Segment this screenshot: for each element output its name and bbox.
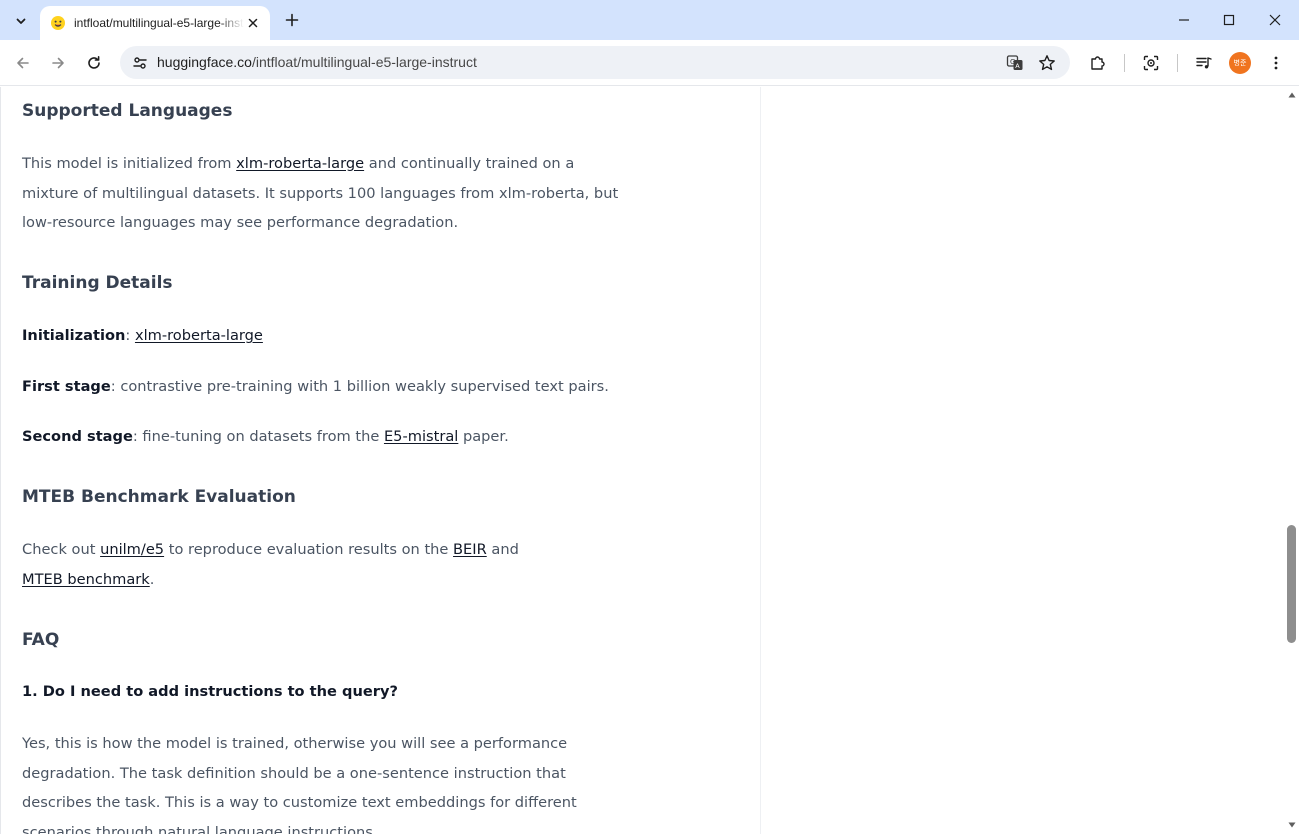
content-left-border xyxy=(0,87,1,834)
scroll-down-button[interactable] xyxy=(1287,820,1297,830)
text: : xyxy=(125,327,135,344)
reload-icon xyxy=(88,56,100,69)
google-lens-button[interactable] xyxy=(1137,49,1165,77)
arrow-left-icon xyxy=(17,57,29,69)
reload-button[interactable] xyxy=(80,49,108,77)
extensions-button[interactable] xyxy=(1084,49,1112,77)
translate-button[interactable]: G A xyxy=(1003,51,1027,75)
initialization-line: Initialization: xlm-roberta-large xyxy=(22,321,742,351)
heading-supported-languages: Supported Languages xyxy=(22,101,233,121)
heading-training-details: Training Details xyxy=(22,273,173,293)
puzzle-icon xyxy=(1091,56,1105,70)
link-xlm-roberta-large-init[interactable]: xlm-roberta-large xyxy=(135,327,263,344)
star-icon xyxy=(1039,55,1055,71)
scrollbar-thumb[interactable] xyxy=(1287,525,1296,643)
profile-avatar[interactable]: 병준 xyxy=(1229,52,1251,74)
chevron-down-icon xyxy=(16,18,26,24)
browser-toolbar: huggingface.co/intfloat/multilingual-e5-… xyxy=(0,40,1299,86)
forward-button[interactable] xyxy=(44,49,72,77)
link-unilm-e5[interactable]: unilm/e5 xyxy=(100,541,164,558)
text: Check out xyxy=(22,541,101,558)
label-second-stage: Second stage xyxy=(22,428,133,445)
url-host: huggingface.co xyxy=(157,54,252,70)
column-divider xyxy=(760,87,761,834)
more-vertical-icon xyxy=(1274,56,1278,70)
toolbar-separator xyxy=(1124,54,1125,72)
maximize-button[interactable] xyxy=(1215,6,1243,34)
plus-icon xyxy=(285,13,299,27)
heading-mteb-benchmark: MTEB Benchmark Evaluation xyxy=(22,487,296,507)
title-bar: intfloat/multilingual-e5-large-instruct xyxy=(0,0,1299,40)
page-scrollbar[interactable] xyxy=(1285,87,1299,834)
supported-languages-paragraph: This model is initialized from xlm-rober… xyxy=(22,149,622,238)
scroll-up-button[interactable] xyxy=(1287,90,1297,100)
link-e5-mistral[interactable]: E5-mistral xyxy=(384,428,458,445)
tab-close-button[interactable] xyxy=(244,14,262,32)
label-first-stage: First stage xyxy=(22,378,111,395)
tune-icon xyxy=(133,57,147,69)
bookmark-star-button[interactable] xyxy=(1035,51,1059,75)
link-xlm-roberta-large[interactable]: xlm-roberta-large xyxy=(236,155,364,172)
link-mteb-benchmark[interactable]: MTEB benchmark xyxy=(22,571,150,588)
triangle-down-icon xyxy=(1288,822,1296,828)
text: . xyxy=(149,570,155,588)
close-icon xyxy=(1269,14,1281,26)
url-text[interactable]: huggingface.co/intfloat/multilingual-e5-… xyxy=(157,54,477,70)
link-beir[interactable]: BEIR xyxy=(453,541,487,558)
close-window-button[interactable] xyxy=(1261,6,1289,34)
triangle-up-icon xyxy=(1288,92,1296,98)
heading-faq: FAQ xyxy=(22,630,60,650)
mteb-paragraph: Check out unilm/e5 to reproduce evaluati… xyxy=(22,535,562,594)
label-initialization: Initialization xyxy=(22,327,126,344)
address-bar[interactable]: huggingface.co/intfloat/multilingual-e5-… xyxy=(120,46,1070,79)
media-control-button[interactable] xyxy=(1190,49,1218,77)
text: paper. xyxy=(458,428,509,445)
new-tab-button[interactable] xyxy=(280,8,304,32)
url-path: /intfloat/multilingual-e5-large-instruct xyxy=(251,54,477,70)
text: This model is initialized from xyxy=(22,155,237,172)
toolbar-separator xyxy=(1177,54,1178,72)
playlist-music-icon xyxy=(1196,57,1212,69)
maximize-icon xyxy=(1223,14,1235,26)
browser-tab-active[interactable]: intfloat/multilingual-e5-large-instruct xyxy=(40,6,270,40)
minimize-icon xyxy=(1179,19,1189,21)
text: : contrastive pre-training with 1 billio… xyxy=(110,378,609,395)
site-info-button[interactable] xyxy=(128,51,152,75)
tab-search-button[interactable] xyxy=(8,8,34,34)
text: to reproduce evaluation results on the xyxy=(164,541,454,558)
close-icon xyxy=(248,18,258,28)
text: : fine-tuning on datasets from the xyxy=(132,428,384,445)
tab-title: intfloat/multilingual-e5-large-instruct xyxy=(74,16,244,30)
first-stage-line: First stage: contrastive pre-training wi… xyxy=(22,372,742,402)
page-content: Supported Languages This model is initia… xyxy=(0,87,1285,834)
lens-icon xyxy=(1143,55,1159,71)
hugging-face-favicon-icon xyxy=(51,16,65,30)
svg-text:A: A xyxy=(1015,62,1020,70)
text: and xyxy=(486,541,519,558)
translate-icon: G A xyxy=(1006,55,1023,70)
faq-question-1: 1. Do I need to add instructions to the … xyxy=(22,683,398,700)
arrow-right-icon xyxy=(52,57,64,69)
second-stage-line: Second stage: fine-tuning on datasets fr… xyxy=(22,422,742,452)
faq-answer-1: Yes, this is how the model is trained, o… xyxy=(22,735,577,834)
back-button[interactable] xyxy=(9,49,37,77)
browser-menu-button[interactable] xyxy=(1262,49,1290,77)
minimize-button[interactable] xyxy=(1170,6,1198,34)
